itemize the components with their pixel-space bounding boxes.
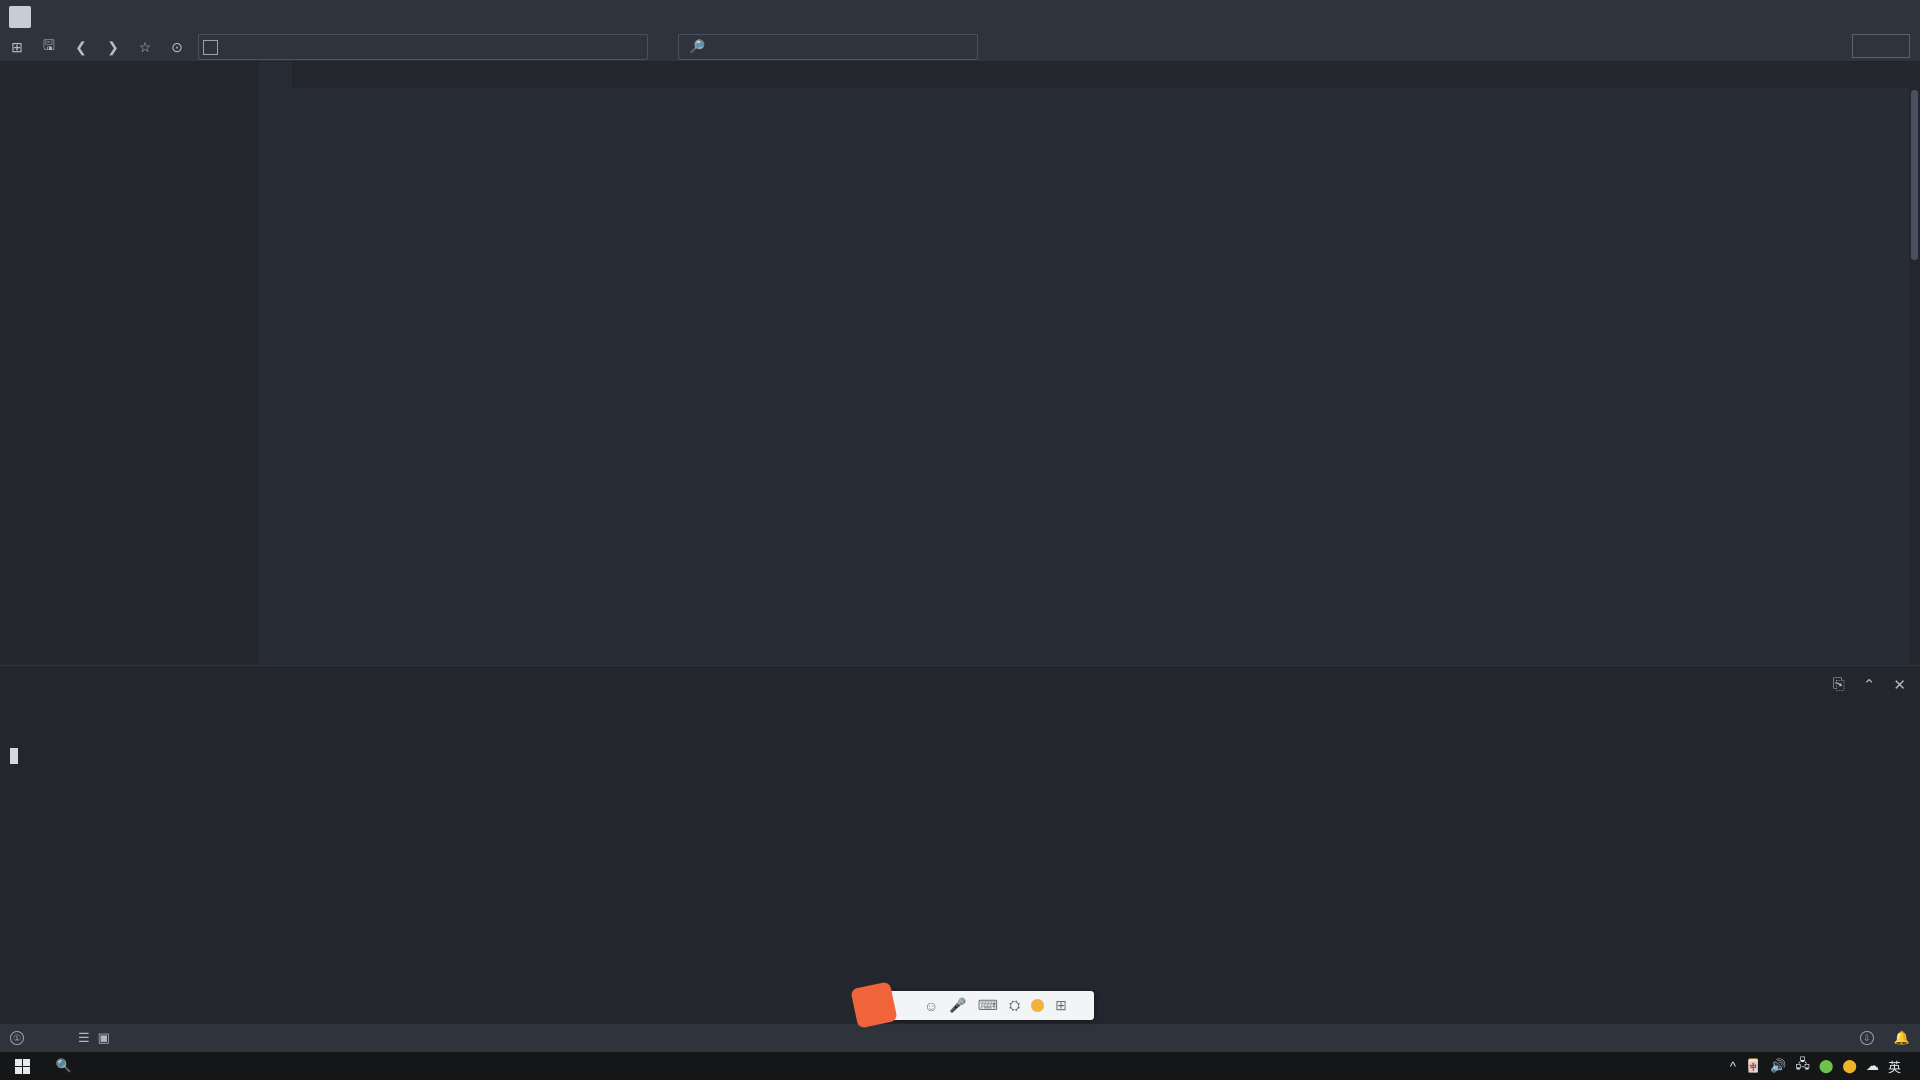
windows-icon[interactable] (0, 1052, 44, 1080)
cloud-icon[interactable]: ☁ (1866, 1058, 1879, 1074)
breadcrumb[interactable] (198, 34, 648, 60)
apps-icon[interactable]: ⊞ (1055, 997, 1067, 1014)
main-toolbar: ⊞ 🖫 ❮ ❯ ☆ ⊙ 🔎 (0, 33, 1920, 62)
file-search-box[interactable]: 🔎 (678, 34, 978, 60)
console-prompt-line (10, 744, 1910, 768)
skin-icon[interactable] (1031, 999, 1045, 1012)
mic-icon[interactable]: 🎤 (949, 997, 966, 1014)
emoji-icon[interactable]: ☺ (924, 998, 938, 1014)
chevron-up-icon[interactable]: ^ (1730, 1059, 1736, 1074)
windows-taskbar: 🔍 ^ 🀄 🔊 🖧 ⬤ ⬤ ☁ 英 (0, 1052, 1920, 1080)
download-icon[interactable]: ⇩ (1859, 1031, 1874, 1045)
hbuilderx-logo-icon (9, 5, 31, 28)
back-icon[interactable]: ❮ (66, 34, 96, 60)
console-actions: ⎘ ⌃ ✕ (1833, 676, 1906, 694)
status-bar: ① ☰ ▣ ⇩ 🔔 (0, 1024, 1920, 1052)
ime-icon[interactable]: 🀄 (1745, 1058, 1761, 1074)
search-icon[interactable]: 🔍 (44, 1058, 84, 1074)
maximize-button[interactable] (1832, 0, 1876, 33)
code-minimap[interactable] (1806, 94, 1914, 264)
sync-icon[interactable]: ⬤ (1842, 1058, 1857, 1074)
bell-icon[interactable]: 🔔 (1894, 1030, 1910, 1046)
project-sidebar (0, 62, 258, 665)
ime-toolbar[interactable]: ☺ 🎤 ⌨ ⛭ ⊞ (850, 981, 1094, 1029)
new-file-icon[interactable]: ⊞ (2, 34, 32, 60)
editor-tabbar (259, 62, 1920, 88)
close-icon[interactable]: ✕ (1893, 676, 1906, 694)
list-icon[interactable]: ☰ (78, 1030, 90, 1046)
editor-vertical-scrollbar[interactable] (1909, 88, 1920, 665)
search-icon: 🔎 (689, 39, 706, 54)
system-tray: ^ 🀄 🔊 🖧 ⬤ ⬤ ☁ 英 (1730, 1055, 1920, 1077)
terminal-icon[interactable]: ▣ (98, 1030, 110, 1046)
console-caret (10, 748, 18, 764)
ime-lang-label[interactable]: 英 (1888, 1057, 1901, 1076)
shield-icon[interactable]: ⬤ (1819, 1058, 1834, 1074)
status-right: ⇩ 🔔 (1800, 1030, 1910, 1046)
hbuilderx-window: ⊞ 🖫 ❮ ❯ ☆ ⊙ 🔎 🗀 (0, 0, 1920, 1080)
favorite-icon[interactable]: ☆ (130, 34, 160, 60)
keyboard-icon[interactable]: ⌨ (978, 997, 998, 1014)
console-output[interactable] (0, 710, 1920, 768)
status-left: ① ☰ ▣ (0, 1030, 110, 1046)
window-controls (1788, 0, 1920, 33)
toolbox-icon[interactable]: ⛭ (1009, 997, 1020, 1014)
collapse-icon[interactable]: ⌃ (1863, 676, 1876, 694)
new-terminal-icon[interactable]: ⎘ (1833, 676, 1845, 694)
console-panel: ⎘ ⌃ ✕ (0, 665, 1920, 1024)
user-circle-icon[interactable]: ① (10, 1031, 24, 1045)
sogou-ime-icon[interactable] (850, 981, 898, 1029)
editor-area (259, 62, 1920, 665)
volume-icon[interactable]: 🔊 (1770, 1058, 1786, 1074)
network-icon[interactable]: 🖧 (1795, 1055, 1810, 1077)
minimize-button[interactable] (1788, 0, 1832, 33)
close-button[interactable] (1876, 0, 1920, 33)
code-content[interactable] (259, 88, 1920, 96)
preview-button[interactable] (1852, 34, 1910, 58)
console-tabs (0, 666, 1920, 710)
scrollbar-thumb[interactable] (1911, 90, 1918, 260)
project-icon (203, 39, 218, 55)
run-icon[interactable]: ⊙ (162, 34, 192, 60)
editor-tab-index-vue[interactable] (259, 62, 292, 88)
save-icon[interactable]: 🖫 (34, 34, 64, 60)
title-bar (0, 0, 1920, 33)
forward-icon[interactable]: ❯ (98, 34, 128, 60)
file-tree (0, 62, 258, 72)
